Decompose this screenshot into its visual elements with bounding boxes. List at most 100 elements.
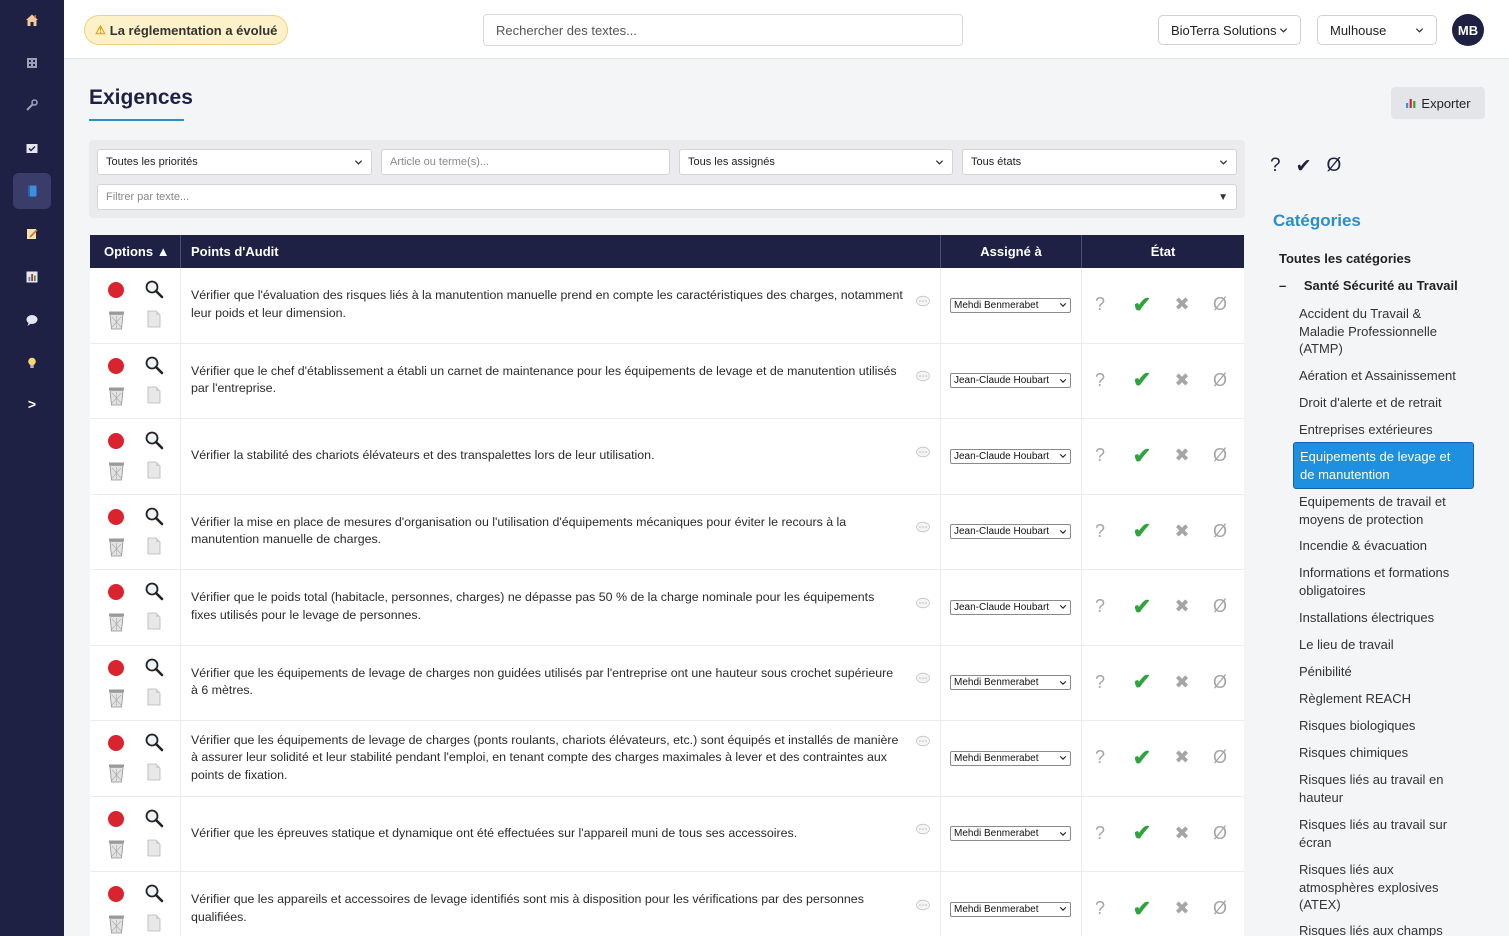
state-unknown-button[interactable]: ? <box>1088 746 1112 770</box>
state-ko-button[interactable]: ✖ <box>1170 368 1194 392</box>
state-ko-button[interactable]: ✖ <box>1170 444 1194 468</box>
category-all[interactable]: Toutes les catégories <box>1279 251 1411 266</box>
assignee-filter-select[interactable]: Tous les assignés <box>679 149 953 175</box>
priority-dot[interactable] <box>108 735 124 751</box>
document-icon[interactable] <box>146 763 162 781</box>
magnifier-icon[interactable] <box>144 808 164 828</box>
home-icon[interactable] <box>13 2 51 38</box>
category-item[interactable]: Droit d'alerte et de retrait <box>1293 394 1474 412</box>
priority-dot[interactable] <box>108 282 124 298</box>
state-na-button[interactable]: Ø <box>1208 746 1232 770</box>
state-ko-button[interactable]: ✖ <box>1170 293 1194 317</box>
comment-icon[interactable] <box>915 735 931 749</box>
state-na-button[interactable]: Ø <box>1208 519 1232 543</box>
category-item[interactable]: Equipements de travail et moyens de prot… <box>1293 493 1474 528</box>
document-icon[interactable] <box>146 310 162 328</box>
options-column-header[interactable]: Options ▲ <box>104 235 170 268</box>
category-item[interactable]: Aération et Assainissement <box>1293 367 1474 385</box>
state-ko-button[interactable]: ✖ <box>1170 821 1194 845</box>
comment-icon[interactable] <box>915 295 931 309</box>
magnifier-icon[interactable] <box>144 657 164 677</box>
category-item[interactable]: Le lieu de travail <box>1293 636 1474 654</box>
document-icon[interactable] <box>146 461 162 479</box>
assignee-select[interactable]: Mehdi Benmerabet <box>950 901 1071 917</box>
chat-icon[interactable] <box>13 302 51 338</box>
priority-dot[interactable] <box>108 508 124 525</box>
state-na-button[interactable]: Ø <box>1208 821 1232 845</box>
export-button[interactable]: Exporter <box>1391 87 1485 119</box>
state-unknown-button[interactable]: ? <box>1088 595 1112 619</box>
magnifier-icon[interactable] <box>144 430 164 450</box>
document-icon[interactable] <box>146 386 162 404</box>
state-ok-button[interactable]: ✔ <box>1130 745 1154 770</box>
state-filter-select[interactable]: Tous états <box>962 149 1237 175</box>
lightbulb-icon[interactable] <box>13 345 51 381</box>
trash-icon[interactable] <box>107 839 126 859</box>
comment-icon[interactable] <box>915 446 931 460</box>
priority-filter-select[interactable]: Toutes les priorités <box>97 149 372 175</box>
assignee-select[interactable]: Jean-Claude Houbart <box>950 448 1071 464</box>
category-item[interactable]: Risques liés aux champs <box>1293 922 1474 936</box>
building-icon[interactable] <box>13 44 51 80</box>
magnifier-icon[interactable] <box>144 883 164 903</box>
magnifier-icon[interactable] <box>144 355 164 375</box>
assignee-select[interactable]: Mehdi Benmerabet <box>950 297 1071 313</box>
category-group-sst[interactable]: – Santé Sécurité au Travail <box>1279 278 1458 293</box>
magnifier-icon[interactable] <box>144 279 164 299</box>
comment-icon[interactable] <box>915 370 931 384</box>
state-unknown-button[interactable]: ? <box>1088 444 1112 468</box>
book-icon[interactable] <box>13 173 51 209</box>
state-ko-button[interactable]: ✖ <box>1170 897 1194 921</box>
search-input[interactable]: Rechercher des textes... <box>483 14 963 46</box>
chart-icon[interactable] <box>13 259 51 295</box>
state-ok-button[interactable]: ✔ <box>1130 594 1154 619</box>
assignee-select[interactable]: Mehdi Benmerabet <box>950 675 1071 691</box>
state-ok-button[interactable]: ✔ <box>1130 443 1154 468</box>
category-item[interactable]: Risques chimiques <box>1293 744 1474 762</box>
memo-icon[interactable] <box>13 216 51 252</box>
company-select[interactable]: BioTerra Solutions <box>1158 15 1301 45</box>
trash-icon[interactable] <box>107 914 126 934</box>
state-unknown-button[interactable]: ? <box>1088 821 1112 845</box>
priority-dot[interactable] <box>108 659 124 676</box>
magnifier-icon[interactable] <box>144 732 164 752</box>
folder-check-icon[interactable] <box>13 130 51 166</box>
state-na-button[interactable]: Ø <box>1208 595 1232 619</box>
category-item[interactable]: Accident du Travail & Maladie Profession… <box>1293 305 1474 358</box>
caret-down-icon[interactable]: ▼ <box>1218 192 1228 203</box>
category-item[interactable]: Risques biologiques <box>1293 717 1474 735</box>
state-unknown-button[interactable]: ? <box>1088 670 1112 694</box>
state-na-button[interactable]: Ø <box>1208 293 1232 317</box>
category-item[interactable]: Equipements de levage et de manutention <box>1293 442 1474 489</box>
expand-sidebar-button[interactable]: > <box>13 386 51 422</box>
comment-icon[interactable] <box>915 597 931 611</box>
comment-icon[interactable] <box>915 521 931 535</box>
state-unknown-button[interactable]: ? <box>1088 368 1112 392</box>
state-ko-button[interactable]: ✖ <box>1170 519 1194 543</box>
state-ok-button[interactable]: ✔ <box>1130 896 1154 921</box>
document-icon[interactable] <box>146 688 162 706</box>
trash-icon[interactable] <box>107 763 126 783</box>
trash-icon[interactable] <box>107 386 126 406</box>
category-item[interactable]: Règlement REACH <box>1293 690 1474 708</box>
priority-dot[interactable] <box>108 584 124 600</box>
text-filter-input[interactable]: Filtrer par texte... ▼ <box>97 184 1237 210</box>
assignee-select[interactable]: Mehdi Benmerabet <box>950 826 1071 842</box>
trash-icon[interactable] <box>107 612 126 632</box>
trash-icon[interactable] <box>107 537 126 557</box>
category-item[interactable]: Incendie & évacuation <box>1293 537 1474 555</box>
trash-icon[interactable] <box>107 461 126 481</box>
state-na-button[interactable]: Ø <box>1208 444 1232 468</box>
state-ok-button[interactable]: ✔ <box>1130 820 1154 845</box>
comment-icon[interactable] <box>915 672 931 686</box>
regulation-alert-button[interactable]: ⚠ La réglementation a évolué <box>84 15 289 45</box>
document-icon[interactable] <box>146 537 162 555</box>
state-ko-button[interactable]: ✖ <box>1170 595 1194 619</box>
wrench-icon[interactable] <box>13 87 51 123</box>
site-select[interactable]: Mulhouse <box>1317 15 1437 45</box>
comment-icon[interactable] <box>915 823 931 837</box>
state-na-icon[interactable]: Ø <box>1327 155 1342 178</box>
state-na-button[interactable]: Ø <box>1208 897 1232 921</box>
collapse-toggle[interactable]: – <box>1279 278 1286 293</box>
article-filter-input[interactable]: Article ou terme(s)... <box>381 149 670 175</box>
